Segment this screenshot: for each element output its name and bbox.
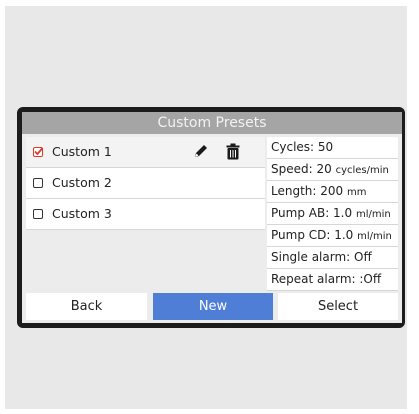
detail-pump-ab: Pump AB: 1.0 ml/min	[267, 203, 398, 225]
preset-label: Custom 2	[52, 175, 112, 190]
speed-unit: cycles/min	[335, 165, 389, 176]
page-title: Custom Presets	[22, 112, 402, 134]
preset-label: Custom 3	[52, 206, 112, 221]
pump-cd-value: Pump CD: 1.0	[271, 228, 354, 242]
pump-ab-unit: ml/min	[355, 209, 391, 220]
select-button[interactable]: Select	[278, 293, 398, 320]
preset-item-custom-3[interactable]: Custom 3	[26, 199, 265, 230]
single-alarm-value: Single alarm: Off	[271, 250, 372, 264]
detail-single-alarm: Single alarm: Off	[267, 247, 398, 269]
cycles-value: Cycles: 50	[271, 140, 334, 154]
preset-item-custom-1[interactable]: Custom 1	[26, 137, 265, 168]
preset-list: Custom 1 Custom 2 Custom 3	[26, 137, 265, 291]
checkbox-icon[interactable]	[33, 178, 43, 188]
preset-label: Custom 1	[52, 144, 112, 159]
detail-length: Length: 200 mm	[267, 181, 398, 203]
detail-cycles: Cycles: 50	[267, 137, 398, 159]
new-button[interactable]: New	[153, 293, 273, 320]
detail-pump-cd: Pump CD: 1.0 ml/min	[267, 225, 398, 247]
pencil-icon[interactable]	[193, 143, 209, 163]
checkbox-checked-icon[interactable]	[33, 147, 44, 157]
detail-repeat-alarm: Repeat alarm: :Off	[267, 269, 398, 291]
pump-ab-value: Pump AB: 1.0	[271, 206, 353, 220]
preset-item-custom-2[interactable]: Custom 2	[26, 168, 265, 199]
repeat-alarm-value: Repeat alarm: :Off	[271, 272, 382, 286]
trash-icon[interactable]	[226, 143, 240, 164]
length-unit: mm	[346, 187, 367, 198]
length-value: Length: 200	[271, 184, 344, 198]
pump-cd-unit: ml/min	[357, 231, 392, 242]
checkbox-icon[interactable]	[33, 209, 43, 219]
presets-screen: Custom Presets Custom 1 Custom 2 Custom …	[22, 112, 402, 323]
detail-speed: Speed: 20 cycles/min	[267, 159, 398, 181]
preset-details: Cycles: 50 Speed: 20 cycles/min Length: …	[267, 137, 398, 291]
back-button[interactable]: Back	[26, 293, 147, 320]
speed-value: Speed: 20	[271, 162, 332, 176]
